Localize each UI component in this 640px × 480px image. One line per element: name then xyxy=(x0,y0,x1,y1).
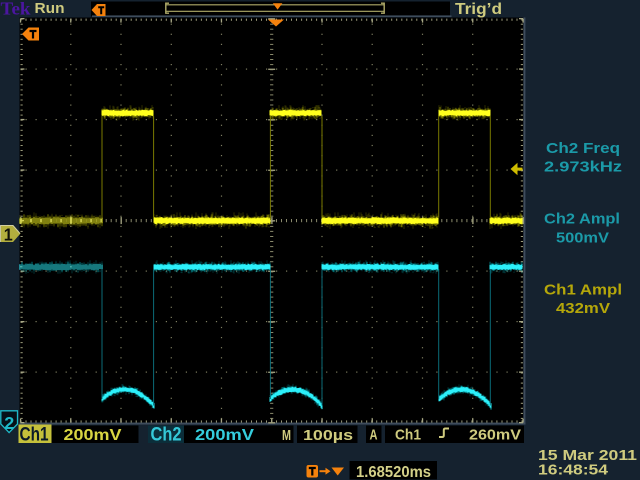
svg-text:A: A xyxy=(370,427,378,444)
svg-text:Ch1: Ch1 xyxy=(395,427,421,444)
svg-text:2.973kHz: 2.973kHz xyxy=(544,159,622,176)
svg-text:M: M xyxy=(282,427,291,444)
svg-text:1: 1 xyxy=(4,225,13,245)
svg-text:Ch1: Ch1 xyxy=(20,424,49,446)
svg-text:Ch1 Ampl: Ch1 Ampl xyxy=(544,282,622,299)
svg-text:Tek: Tek xyxy=(1,0,31,19)
svg-text:1.68520ms: 1.68520ms xyxy=(356,464,431,480)
svg-text:260mV: 260mV xyxy=(469,427,521,444)
svg-text:500mV: 500mV xyxy=(556,230,609,247)
svg-text:200mV: 200mV xyxy=(195,427,254,444)
svg-text:Ch2 Ampl: Ch2 Ampl xyxy=(544,211,620,228)
svg-text:Ch2 Freq: Ch2 Freq xyxy=(546,140,620,157)
svg-text:Trig’d: Trig’d xyxy=(455,1,502,18)
svg-text:Run: Run xyxy=(35,0,65,17)
svg-text:100µs: 100µs xyxy=(303,427,353,444)
svg-text:16:48:54: 16:48:54 xyxy=(538,463,608,479)
svg-text:432mV: 432mV xyxy=(556,300,610,317)
svg-text:200mV: 200mV xyxy=(64,427,122,444)
svg-text:Ch2: Ch2 xyxy=(151,424,182,446)
svg-text:2: 2 xyxy=(4,413,14,433)
